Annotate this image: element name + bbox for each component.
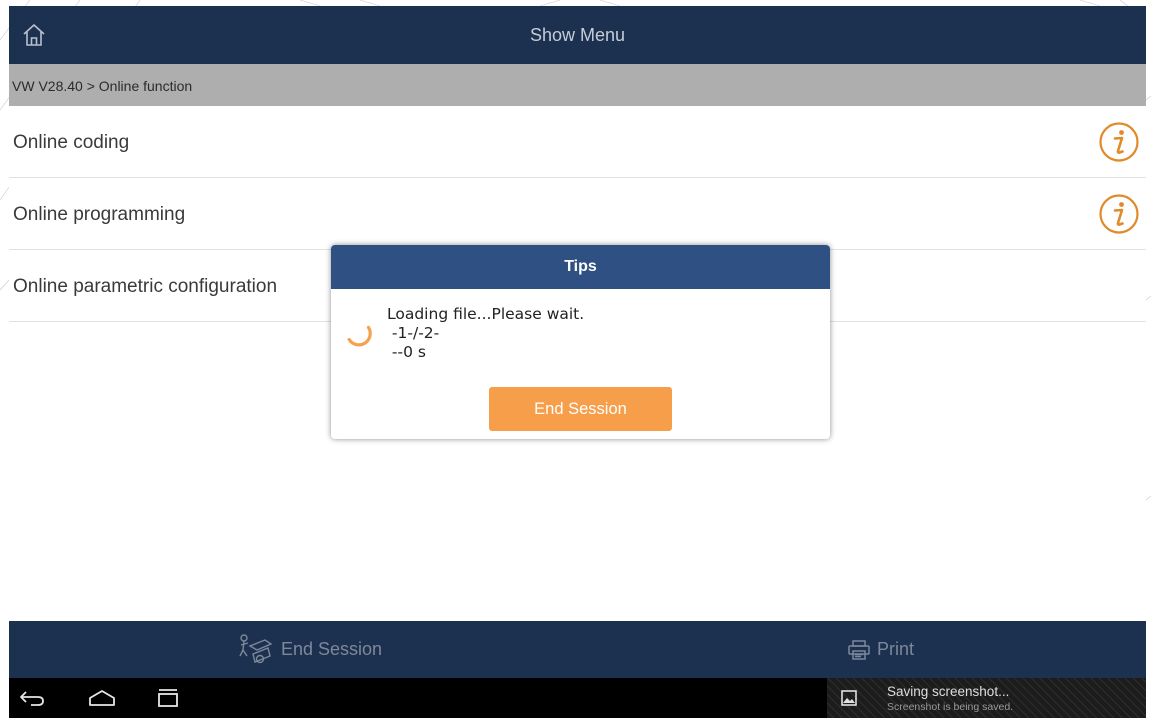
app-header: Show Menu	[9, 6, 1146, 64]
notification-subtitle: Screenshot is being saved.	[887, 701, 1014, 713]
nav-recents-button[interactable]	[148, 682, 188, 714]
end-session-icon	[239, 633, 273, 663]
nav-home-button[interactable]	[82, 682, 122, 714]
dialog-title: Tips	[331, 245, 830, 289]
menu-item-label: Online programming	[13, 204, 186, 225]
app-screen: Show Menu VW V28.40 > Online function On…	[9, 6, 1146, 718]
menu-item-label: Online coding	[13, 132, 130, 153]
bottom-toolbar: End Session Print	[9, 621, 1146, 678]
loading-spinner-icon	[347, 325, 372, 347]
dialog-message-line: --0 s	[387, 343, 426, 361]
end-session-button[interactable]: End Session	[235, 621, 382, 678]
system-nav-bar: Saving screenshot... Screenshot is being…	[9, 678, 1146, 718]
page-title: Show Menu	[529, 25, 626, 45]
menu-item-label: Online parametric configuration	[13, 276, 278, 297]
notification-title: Saving screenshot...	[887, 684, 1010, 699]
breadcrumb: VW V28.40 > Online function	[9, 64, 1146, 106]
menu-item-online-coding[interactable]: Online coding	[9, 106, 1146, 178]
dialog-end-session-button[interactable]: End Session	[489, 387, 672, 431]
dialog-message: Loading file...Please wait. -1-/-2- --0 …	[387, 305, 584, 362]
print-label: Print	[877, 639, 915, 659]
menu-item-online-programming[interactable]: Online programming	[9, 178, 1146, 250]
info-icon[interactable]	[1098, 121, 1140, 163]
recents-icon	[158, 689, 178, 707]
info-icon[interactable]	[1098, 193, 1140, 235]
end-session-label: End Session	[281, 639, 383, 659]
printer-icon	[848, 639, 870, 660]
nav-back-button[interactable]	[12, 682, 52, 714]
screenshot-notification[interactable]: Saving screenshot... Screenshot is being…	[827, 678, 1146, 718]
image-icon	[841, 690, 857, 706]
print-button[interactable]: Print	[847, 621, 914, 678]
nav-home-icon	[89, 690, 115, 706]
dialog-message-line: Loading file...Please wait.	[387, 305, 585, 323]
dialog-message-line: -1-/-2-	[387, 324, 440, 342]
tips-dialog: Tips Loading file...Please wait. -1-/-2-…	[331, 245, 830, 439]
back-icon	[20, 691, 44, 706]
